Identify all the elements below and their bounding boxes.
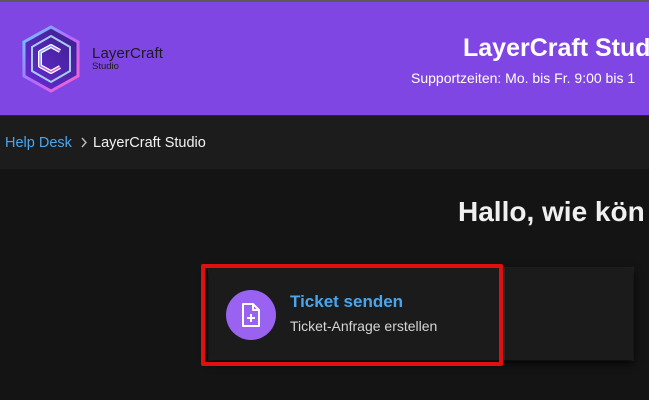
breadcrumb-help-desk-link[interactable]: Help Desk: [5, 135, 72, 151]
breadcrumb: Help Desk LayerCraft Studio: [0, 116, 649, 169]
chevron-right-icon: [80, 137, 88, 151]
support-hours-text: Supportzeiten: Mo. bis Fr. 9:00 bis 1: [411, 70, 636, 86]
ticket-send-link[interactable]: Ticket senden: [290, 292, 403, 312]
breadcrumb-current: LayerCraft Studio: [93, 135, 206, 151]
card-divider: [504, 268, 505, 360]
page-greeting: Hallo, wie kön: [458, 196, 645, 227]
logo-wordmark[interactable]: LayerCraft Studio: [92, 46, 163, 72]
help-desk-page: LayerCraft Studio LayerCraft Studio Supp…: [0, 0, 649, 400]
ticket-send-description: Ticket-Anfrage erstellen: [290, 318, 438, 334]
layercraft-logo-icon[interactable]: [20, 25, 82, 93]
header-title: LayerCraft Studio: [463, 34, 649, 62]
logo-name-line2: Studio: [92, 61, 119, 72]
file-plus-icon[interactable]: [226, 290, 276, 340]
site-header: LayerCraft Studio LayerCraft Studio Supp…: [0, 0, 649, 116]
logo-name-line1: LayerCraft: [92, 45, 164, 62]
